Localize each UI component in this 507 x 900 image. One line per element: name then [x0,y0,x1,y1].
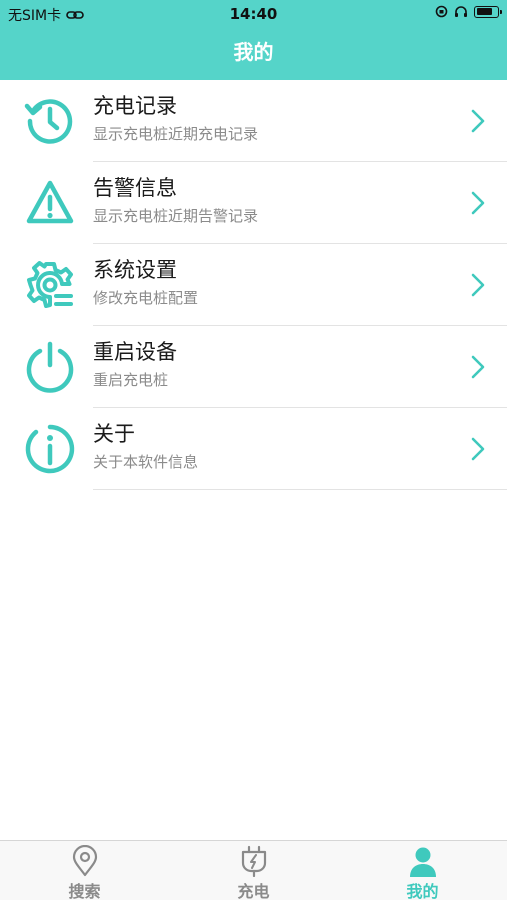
warning-icon [26,180,74,224]
tab-mine[interactable]: 我的 [338,841,507,900]
menu-item-subtitle: 显示充电桩近期告警记录 [93,207,259,225]
status-bar: 无SIM卡 14:40 [0,0,507,28]
menu-item-subtitle: 显示充电桩近期充电记录 [93,125,259,143]
page-title: 我的 [233,40,274,64]
menu-item-title: 重启设备 [93,340,177,364]
menu-item-about[interactable]: 关于 关于本软件信息 [0,408,507,490]
battery-tip [499,9,502,14]
menu-item-subtitle: 关于本软件信息 [93,453,199,471]
menu-item-system-settings[interactable]: 系统设置 修改充电桩配置 [0,244,507,326]
battery-fill [476,8,492,15]
chevron-right-icon [471,437,485,461]
menu-item-title: 告警信息 [93,176,177,200]
info-icon [25,424,75,474]
power-icon [26,341,74,393]
tab-charge[interactable]: 充电 [169,841,338,900]
chevron-right-icon [471,191,485,215]
rotation-lock-icon [435,5,448,18]
chevron-right-icon [471,109,485,133]
battery-icon [474,5,502,18]
screen: 无SIM卡 14:40 我的 充电记录 显示充电桩近期充电记录 告警信息 显示充… [0,0,507,900]
chevron-right-icon [471,273,485,297]
headphones-icon [455,6,467,17]
menu-item-title: 系统设置 [93,258,177,282]
menu-item-title: 充电记录 [93,94,177,118]
menu-item-title: 关于 [93,422,135,446]
menu-item-subtitle: 修改充电桩配置 [93,289,199,307]
header: 无SIM卡 14:40 我的 [0,0,507,80]
chevron-right-icon [471,355,485,379]
menu-texts: 系统设置 修改充电桩配置 [93,255,198,309]
tab-label: 充电 [237,882,270,900]
location-pin-icon [72,845,97,877]
tab-bar: 搜索 充电 我的 [0,840,507,900]
user-icon [409,847,436,877]
tab-search[interactable]: 搜索 [0,841,169,900]
menu-texts: 重启设备 重启充电桩 [93,337,177,391]
history-icon [24,99,73,144]
tab-label: 搜索 [68,882,101,900]
menu-texts: 告警信息 显示充电桩近期告警记录 [93,173,258,227]
menu-item-charging-records[interactable]: 充电记录 显示充电桩近期充电记录 [0,80,507,162]
menu-texts: 充电记录 显示充电桩近期充电记录 [93,91,258,145]
status-right [435,5,502,18]
status-time: 14:40 [229,5,278,23]
menu-texts: 关于 关于本软件信息 [93,419,198,473]
menu-item-restart-device[interactable]: 重启设备 重启充电桩 [0,326,507,408]
charging-plug-icon [241,845,266,877]
tab-label: 我的 [406,882,439,900]
menu-item-alarm-info[interactable]: 告警信息 显示充电桩近期告警记录 [0,162,507,244]
divider [93,489,507,490]
menu-item-subtitle: 重启充电桩 [93,371,169,389]
settings-gear-icon [27,261,73,308]
menu-list: 充电记录 显示充电桩近期充电记录 告警信息 显示充电桩近期告警记录 系统设置 修… [0,80,507,490]
